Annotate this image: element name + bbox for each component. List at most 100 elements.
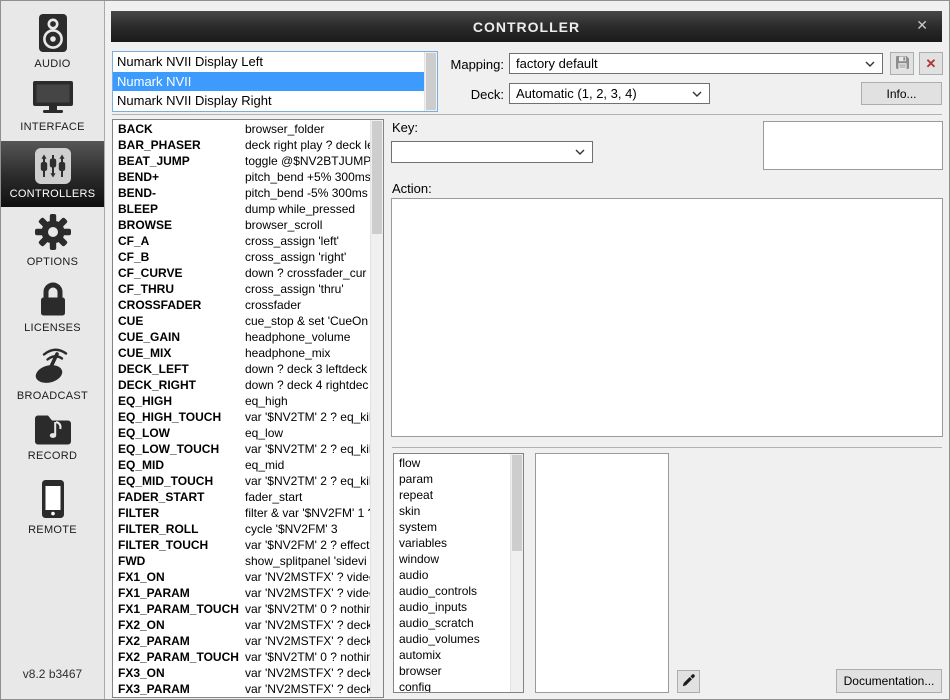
key-mapping-row[interactable]: FX3_ON var 'NV2MSTFX' ? deck bbox=[113, 665, 370, 681]
key-mapping-row[interactable]: FADER_START fader_start bbox=[113, 489, 370, 505]
app-version: v8.2 b3467 bbox=[1, 667, 104, 681]
key-mapping-row[interactable]: BACK browser_folder bbox=[113, 121, 370, 137]
category-list-scrollbar[interactable] bbox=[510, 454, 523, 692]
key-action: down ? deck 3 leftdeck bbox=[245, 361, 370, 377]
key-mapping-row[interactable]: FX1_PARAM_TOUCH var '$NV2TM' 0 ? nothin bbox=[113, 601, 370, 617]
device-list-scrollbar[interactable] bbox=[424, 52, 437, 111]
action-category-row[interactable]: audio_volumes bbox=[394, 631, 510, 647]
key-mapping-row[interactable]: BEND- pitch_bend -5% 300ms bbox=[113, 185, 370, 201]
sidebar-item-record[interactable]: RECORD bbox=[1, 413, 104, 462]
action-category-row[interactable]: skin bbox=[394, 503, 510, 519]
key-mapping-row[interactable]: BROWSE browser_scroll bbox=[113, 217, 370, 233]
action-item-list[interactable] bbox=[535, 453, 669, 693]
key-name: FADER_START bbox=[113, 489, 245, 505]
documentation-button[interactable]: Documentation... bbox=[836, 669, 942, 693]
key-mapping-row[interactable]: CUE cue_stop & set 'CueOn bbox=[113, 313, 370, 329]
sidebar-item-controllers[interactable]: CONTROLLERS bbox=[1, 141, 104, 207]
key-mapping-row[interactable]: FWD show_splitpanel 'sidevi bbox=[113, 553, 370, 569]
mapping-select[interactable]: factory default bbox=[509, 53, 883, 74]
key-mapping-list[interactable]: BACK browser_folder BAR_PHASER deck righ… bbox=[112, 119, 384, 698]
key-mapping-row[interactable]: FILTER filter & var '$NV2FM' 1 ? bbox=[113, 505, 370, 521]
key-mapping-row[interactable]: FILTER_ROLL cycle '$NV2FM' 3 bbox=[113, 521, 370, 537]
delete-mapping-button[interactable]: ✕ bbox=[919, 52, 943, 75]
key-mapping-row[interactable]: EQ_LOW eq_low bbox=[113, 425, 370, 441]
action-category-row[interactable]: audio_inputs bbox=[394, 599, 510, 615]
key-action: down ? deck 4 rightdec bbox=[245, 377, 370, 393]
deck-select[interactable]: Automatic (1, 2, 3, 4) bbox=[509, 83, 710, 104]
action-category-row[interactable]: param bbox=[394, 471, 510, 487]
action-category-row[interactable]: audio bbox=[394, 567, 510, 583]
key-mapping-row[interactable]: FX1_ON var 'NV2MSTFX' ? video bbox=[113, 569, 370, 585]
device-row[interactable]: Numark NVII Display Right bbox=[113, 91, 424, 111]
key-mapping-row[interactable]: DECK_LEFT down ? deck 3 leftdeck bbox=[113, 361, 370, 377]
key-mapping-row[interactable]: FX2_PARAM_TOUCH var '$NV2TM' 0 ? nothin bbox=[113, 649, 370, 665]
key-mapping-row[interactable]: BLEEP dump while_pressed bbox=[113, 201, 370, 217]
close-icon[interactable]: ✕ bbox=[916, 17, 929, 34]
key-mapping-row[interactable]: EQ_MID eq_mid bbox=[113, 457, 370, 473]
key-mapping-row[interactable]: FX2_PARAM var 'NV2MSTFX' ? deck bbox=[113, 633, 370, 649]
action-category-row[interactable]: config bbox=[394, 679, 510, 692]
key-mapping-row[interactable]: DECK_RIGHT down ? deck 4 rightdec bbox=[113, 377, 370, 393]
action-category-row[interactable]: browser bbox=[394, 663, 510, 679]
key-mapping-row[interactable]: FX3_PARAM var 'NV2MSTFX' ? deck bbox=[113, 681, 370, 697]
action-category-row[interactable]: repeat bbox=[394, 487, 510, 503]
sidebar-item-broadcast[interactable]: BROADCAST bbox=[1, 345, 104, 402]
key-mapping-row[interactable]: BEND+ pitch_bend +5% 300ms bbox=[113, 169, 370, 185]
key-name: BEND- bbox=[113, 185, 245, 201]
device-row[interactable]: Numark NVII Display Left bbox=[113, 52, 424, 72]
sidebar-item-interface[interactable]: INTERFACE bbox=[1, 80, 104, 133]
key-mapping-row[interactable]: CUE_GAIN headphone_volume bbox=[113, 329, 370, 345]
key-mapping-row[interactable]: BEAT_JUMP toggle @$NV2BTJUMP bbox=[113, 153, 370, 169]
scrollbar-thumb[interactable] bbox=[426, 53, 436, 110]
key-select[interactable] bbox=[391, 141, 593, 163]
sidebar-item-licenses[interactable]: LICENSES bbox=[1, 281, 104, 334]
scrollbar-thumb[interactable] bbox=[372, 121, 382, 234]
key-mapping-row[interactable]: EQ_HIGH_TOUCH var '$NV2TM' 2 ? eq_kil bbox=[113, 409, 370, 425]
floppy-save-icon bbox=[895, 55, 910, 73]
key-mapping-row[interactable]: CF_CURVE down ? crossfader_cur bbox=[113, 265, 370, 281]
key-mapping-row[interactable]: EQ_MID_TOUCH var '$NV2TM' 2 ? eq_kil bbox=[113, 473, 370, 489]
action-category-list[interactable]: flow param repeat skin system variables … bbox=[393, 453, 524, 693]
key-mapping-row[interactable]: CF_THRU cross_assign 'thru' bbox=[113, 281, 370, 297]
key-action: var '$NV2TM' 0 ? nothin bbox=[245, 649, 370, 665]
key-mapping-row[interactable]: EQ_HIGH eq_high bbox=[113, 393, 370, 409]
key-mapping-row[interactable]: FILTER_TOUCH var '$NV2FM' 2 ? effect bbox=[113, 537, 370, 553]
key-mapping-row[interactable]: FX2_ON var 'NV2MSTFX' ? deck bbox=[113, 617, 370, 633]
action-category-row[interactable]: audio_controls bbox=[394, 583, 510, 599]
device-row[interactable]: Numark NVII bbox=[113, 72, 424, 92]
mixer-sliders-icon bbox=[35, 148, 71, 184]
action-category-row[interactable]: flow bbox=[394, 455, 510, 471]
key-mapping-row[interactable]: FX1_PARAM var 'NV2MSTFX' ? video bbox=[113, 585, 370, 601]
action-editor[interactable] bbox=[391, 198, 943, 437]
key-mapping-row[interactable]: CF_A cross_assign 'left' bbox=[113, 233, 370, 249]
action-category-row[interactable]: window bbox=[394, 551, 510, 567]
horizontal-divider bbox=[392, 447, 942, 448]
action-category-row[interactable]: variables bbox=[394, 535, 510, 551]
sidebar-item-remote[interactable]: REMOTE bbox=[1, 479, 104, 536]
sidebar-item-label: RECORD bbox=[28, 450, 77, 462]
pick-action-button[interactable] bbox=[677, 670, 700, 693]
key-mapping-row[interactable]: CF_B cross_assign 'right' bbox=[113, 249, 370, 265]
sidebar-item-label: AUDIO bbox=[34, 58, 70, 70]
key-mapping-row[interactable]: CUE_MIX headphone_mix bbox=[113, 345, 370, 361]
info-button[interactable]: Info... bbox=[861, 82, 942, 105]
sidebar-item-audio[interactable]: AUDIO bbox=[1, 13, 104, 70]
sidebar-item-label: REMOTE bbox=[28, 524, 77, 536]
key-list-scrollbar[interactable] bbox=[370, 120, 383, 697]
deck-label: Deck: bbox=[442, 87, 504, 102]
save-mapping-button[interactable] bbox=[890, 52, 914, 75]
key-mapping-row[interactable]: EQ_LOW_TOUCH var '$NV2TM' 2 ? eq_kil bbox=[113, 441, 370, 457]
key-mapping-row[interactable]: CROSSFADER crossfader bbox=[113, 297, 370, 313]
delete-x-icon: ✕ bbox=[926, 56, 937, 72]
key-mapping-row[interactable]: BAR_PHASER deck right play ? deck le bbox=[113, 137, 370, 153]
scrollbar-thumb[interactable] bbox=[512, 455, 522, 551]
key-name: CUE_MIX bbox=[113, 345, 245, 361]
action-category-row[interactable]: automix bbox=[394, 647, 510, 663]
key-name: FX3_PARAM bbox=[113, 681, 245, 697]
device-list[interactable]: Numark NVII Display Left Numark NVII Num… bbox=[112, 51, 438, 112]
sidebar-item-options[interactable]: OPTIONS bbox=[1, 213, 104, 268]
device-name: Numark NVII Display Left bbox=[117, 54, 263, 69]
action-category-row[interactable]: system bbox=[394, 519, 510, 535]
action-category-row[interactable]: audio_scratch bbox=[394, 615, 510, 631]
deck-value: Automatic (1, 2, 3, 4) bbox=[516, 86, 637, 101]
